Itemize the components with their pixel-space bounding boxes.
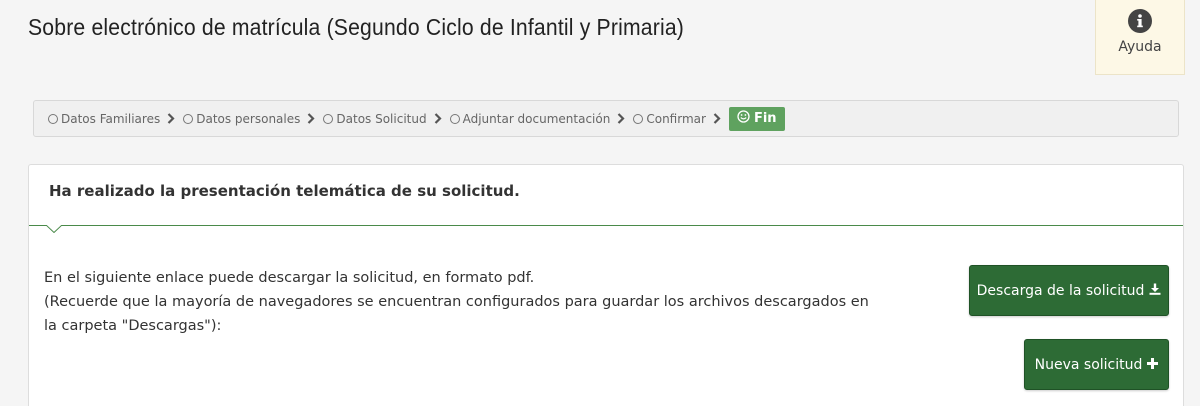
help-button[interactable]: Ayuda bbox=[1095, 0, 1185, 75]
breadcrumb-step-label: Confirmar bbox=[646, 111, 706, 126]
help-label: Ayuda bbox=[1118, 39, 1162, 55]
download-request-button[interactable]: Descarga de la solicitud bbox=[969, 265, 1169, 316]
new-request-button-label: Nueva solicitud bbox=[1034, 356, 1143, 373]
breadcrumb-step-fin: Fin bbox=[728, 106, 785, 131]
download-icon bbox=[1149, 283, 1161, 299]
new-request-button[interactable]: Nueva solicitud bbox=[1024, 339, 1169, 390]
download-button-label: Descarga de la solicitud bbox=[976, 282, 1145, 299]
circle-icon bbox=[633, 113, 644, 124]
breadcrumb-step-label: Datos Familiares bbox=[61, 111, 161, 126]
panel-heading: Ha realizado la presentación telemática … bbox=[29, 165, 1183, 233]
panel-body-text: En el siguiente enlace puede descargar l… bbox=[44, 266, 874, 338]
breadcrumb-step-datos-personales: Datos personales bbox=[183, 112, 300, 126]
breadcrumb-step-label: Datos Solicitud bbox=[336, 111, 427, 126]
result-panel: Ha realizado la presentación telemática … bbox=[28, 164, 1184, 406]
chevron-right-icon bbox=[434, 113, 442, 124]
circle-icon bbox=[323, 113, 334, 124]
circle-icon bbox=[183, 113, 194, 124]
chevron-right-icon bbox=[167, 113, 175, 124]
circle-icon bbox=[449, 113, 460, 124]
page-title: Sobre electrónico de matrícula (Segundo … bbox=[28, 14, 685, 40]
info-circle-icon bbox=[1128, 9, 1152, 33]
chevron-right-icon bbox=[617, 113, 625, 124]
breadcrumb-step-label: Adjuntar documentación bbox=[462, 111, 611, 126]
downloads-folder-note: (Recuerde que la mayoría de navegadores … bbox=[44, 294, 869, 334]
panel-notch bbox=[46, 225, 62, 233]
chevron-right-icon bbox=[307, 113, 315, 124]
smile-icon bbox=[737, 110, 750, 127]
breadcrumb-step-datos-solicitud: Datos Solicitud bbox=[323, 111, 427, 126]
breadcrumb-step-datos-familiares: Datos Familiares bbox=[48, 112, 160, 126]
breadcrumb: Datos Familiares Datos personales Datos … bbox=[33, 100, 1179, 137]
panel-heading-text: Ha realizado la presentación telemática … bbox=[49, 182, 520, 200]
chevron-right-icon bbox=[713, 113, 721, 124]
download-info-text: En el siguiente enlace puede descargar l… bbox=[44, 270, 535, 286]
breadcrumb-step-adjuntar-documentacion: Adjuntar documentación bbox=[449, 111, 611, 126]
breadcrumb-step-confirmar: Confirmar bbox=[633, 112, 706, 126]
circle-icon bbox=[48, 113, 58, 124]
plus-icon bbox=[1147, 357, 1159, 373]
breadcrumb-step-label: Fin bbox=[753, 111, 777, 126]
breadcrumb-step-label: Datos personales bbox=[196, 111, 301, 126]
